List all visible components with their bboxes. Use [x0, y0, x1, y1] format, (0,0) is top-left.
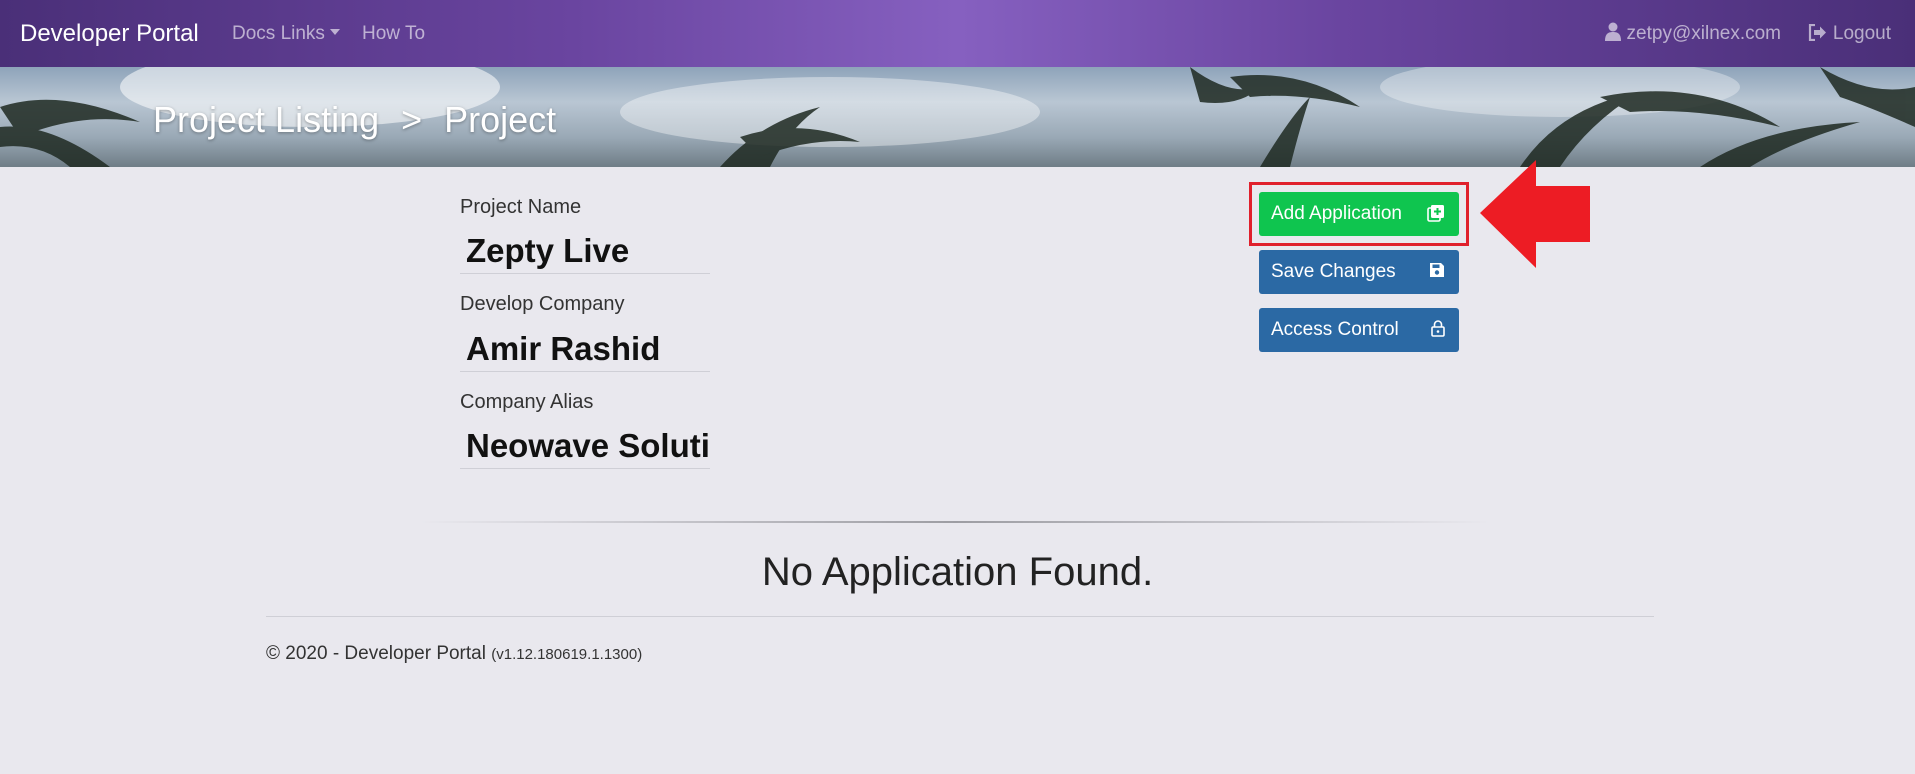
project-name-label: Project Name	[460, 196, 582, 218]
logout-label: Logout	[1832, 23, 1891, 44]
develop-company-label: Develop Company	[460, 293, 625, 315]
breadcrumb-separator: >	[401, 99, 423, 140]
caret-down-icon	[329, 29, 340, 35]
page-banner: Project Listing > Project	[0, 67, 1915, 167]
sign-out-icon	[1808, 2, 1827, 69]
footer-divider	[266, 616, 1654, 617]
red-arrow-annotation	[1480, 160, 1590, 268]
user-email: zetpy@xilnex.com	[1626, 23, 1781, 44]
footer-copyright: © 2020 - Developer Portal	[266, 643, 486, 664]
section-divider	[420, 521, 1490, 523]
lock-icon	[1431, 320, 1445, 343]
empty-state-message: No Application Found.	[761, 550, 1154, 594]
footer: © 2020 - Developer Portal (v1.12.180619.…	[266, 643, 642, 665]
top-navbar: Developer Portal Docs Links How To zetpy…	[0, 0, 1915, 67]
user-account-link[interactable]: zetpy@xilnex.com	[1604, 0, 1781, 69]
footer-version: (v1.12.180619.1.1300)	[491, 646, 643, 663]
floppy-disk-icon	[1429, 262, 1445, 284]
company-alias-label: Company Alias	[460, 391, 594, 413]
logout-link[interactable]: Logout	[1808, 0, 1891, 67]
breadcrumb-current: Project	[444, 99, 557, 140]
add-application-button[interactable]: Add Application	[1259, 192, 1459, 236]
project-name-input[interactable]	[460, 228, 710, 274]
add-application-label: Add Application	[1271, 203, 1402, 224]
docs-links-dropdown[interactable]: Docs Links	[232, 0, 340, 67]
save-changes-label: Save Changes	[1271, 261, 1396, 282]
docs-links-label: Docs Links	[232, 23, 325, 44]
company-alias-input[interactable]	[460, 423, 710, 469]
access-control-label: Access Control	[1271, 319, 1399, 340]
how-to-link[interactable]: How To	[362, 0, 425, 67]
save-changes-button[interactable]: Save Changes	[1259, 250, 1459, 294]
access-control-button[interactable]: Access Control	[1259, 308, 1459, 352]
add-to-queue-icon	[1427, 204, 1445, 228]
brand-link[interactable]: Developer Portal	[20, 0, 199, 67]
breadcrumb: Project Listing > Project	[153, 67, 556, 167]
user-icon	[1604, 2, 1621, 69]
develop-company-input[interactable]	[460, 326, 710, 372]
breadcrumb-project-listing[interactable]: Project Listing	[153, 99, 379, 140]
